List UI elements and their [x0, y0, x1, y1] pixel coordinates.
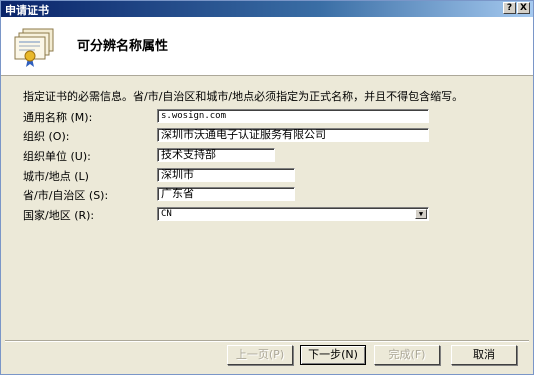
wizard-header: 可分辨名称属性	[1, 17, 533, 76]
header-title: 可分辨名称属性	[77, 39, 169, 54]
country-select[interactable]: CN ▼	[157, 207, 429, 221]
chevron-down-icon[interactable]: ▼	[415, 209, 427, 219]
next-button[interactable]: 下一步(N)	[300, 345, 366, 365]
city-label: 城市/地点 (L)	[23, 170, 89, 183]
title-bar: 申请证书 ? X	[1, 1, 533, 17]
org-unit-label: 组织单位 (U):	[23, 150, 91, 163]
state-input[interactable]: 广东省	[157, 187, 295, 201]
state-label: 省/市/自治区 (S):	[23, 189, 109, 202]
close-button[interactable]: X	[517, 2, 530, 14]
instruction-text: 指定证书的必需信息。省/市/自治区和城市/地点必须指定为正式名称，并且不得包含缩…	[23, 90, 464, 103]
country-selected-value: CN	[161, 209, 172, 219]
cancel-button[interactable]: 取消	[451, 345, 517, 365]
org-unit-input[interactable]: 技术支持部	[157, 148, 275, 162]
finish-button[interactable]: 完成(F)	[374, 345, 440, 365]
window-title: 申请证书	[5, 4, 49, 17]
request-certificate-dialog: 申请证书 ? X 可分辨名称属性 指定证书的必需信息。省/市/自治区和城市/地点…	[0, 0, 534, 375]
country-label: 国家/地区 (R):	[23, 209, 95, 222]
common-name-label: 通用名称 (M):	[23, 111, 93, 124]
certificate-icon	[14, 28, 54, 67]
common-name-input[interactable]: s.wosign.com	[157, 109, 429, 123]
button-separator	[5, 340, 529, 342]
help-button[interactable]: ?	[503, 2, 516, 14]
organization-input[interactable]: 深圳市沃通电子认证服务有限公司	[157, 128, 429, 142]
city-input[interactable]: 深圳市	[157, 168, 295, 182]
back-button[interactable]: 上一页(P)	[227, 345, 293, 365]
organization-label: 组织 (O):	[23, 130, 70, 143]
